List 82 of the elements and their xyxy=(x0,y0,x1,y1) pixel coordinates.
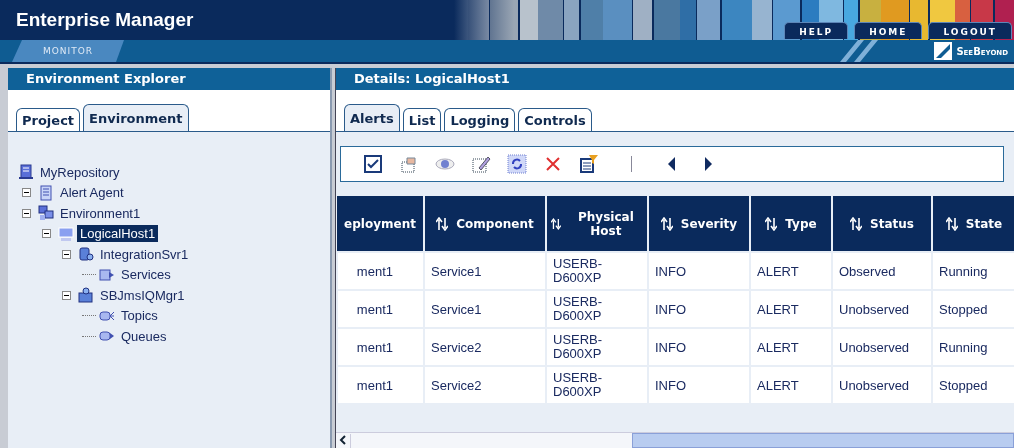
column-header[interactable]: Component xyxy=(424,196,546,252)
table-cell: ALERT xyxy=(750,290,832,328)
header-link[interactable]: LOGOUT xyxy=(928,22,1012,39)
table-cell: Service1 xyxy=(424,290,546,328)
column-header[interactable]: Status xyxy=(832,196,932,252)
tab[interactable]: List xyxy=(402,108,442,131)
tree-item[interactable]: SBJmsIQMgr1 xyxy=(97,286,188,304)
table-cell: INFO xyxy=(648,328,750,366)
refresh-icon[interactable] xyxy=(507,154,527,174)
tree-item[interactable]: LogicalHost1 xyxy=(77,225,159,243)
server-icon xyxy=(78,246,94,263)
tree-item[interactable]: Topics xyxy=(118,307,161,325)
logo-text: SeeBeyond xyxy=(956,45,1008,57)
tree-item[interactable]: Alert Agent xyxy=(57,184,127,202)
tab[interactable]: Alerts xyxy=(344,104,400,131)
tab[interactable]: Environment xyxy=(83,104,189,131)
table-cell: USERB-D600XP xyxy=(546,252,648,290)
header-link[interactable]: HELP xyxy=(784,22,849,39)
sort-icon[interactable] xyxy=(660,216,673,231)
table-cell: Observed xyxy=(832,252,932,290)
table-cell: Service1 xyxy=(424,252,546,290)
table-cell: Service2 xyxy=(424,366,546,404)
filter-icon[interactable] xyxy=(579,154,599,174)
table-cell: ment1 xyxy=(337,366,424,404)
horizontal-scrollbar[interactable] xyxy=(336,432,1014,448)
collapse-icon[interactable] xyxy=(62,249,71,259)
sort-icon[interactable] xyxy=(551,216,561,231)
table-cell: ALERT xyxy=(750,328,832,366)
tab[interactable]: Project xyxy=(16,108,81,131)
tree-item[interactable]: Queues xyxy=(118,327,170,345)
table-cell: Unobserved xyxy=(832,290,932,328)
table-cell: Service2 xyxy=(424,328,546,366)
table-cell: Stopped xyxy=(932,366,1014,404)
column-header[interactable]: Type xyxy=(750,196,832,252)
table-cell: USERB-D600XP xyxy=(546,366,648,404)
table-cell: Running xyxy=(932,252,1014,290)
table-cell: Running xyxy=(932,328,1014,366)
table-cell: Unobserved xyxy=(832,366,932,404)
column-header[interactable]: State xyxy=(932,196,1014,252)
table-cell: ALERT xyxy=(750,252,832,290)
table-cell: USERB-D600XP xyxy=(546,290,648,328)
computers-icon xyxy=(38,205,54,222)
tree-item[interactable]: IntegrationSvr1 xyxy=(97,245,192,263)
document-icon xyxy=(38,184,54,201)
tree-item[interactable]: Services xyxy=(118,266,174,284)
collapse-icon[interactable] xyxy=(22,188,31,198)
table-cell: Unobserved xyxy=(832,328,932,366)
collapse-icon[interactable] xyxy=(62,290,71,300)
table-cell: Stopped xyxy=(932,290,1014,328)
sort-icon[interactable] xyxy=(436,216,449,231)
tab[interactable]: Controls xyxy=(518,108,592,131)
panel-title: Environment Explorer xyxy=(8,68,330,90)
edit-icon[interactable] xyxy=(471,154,491,174)
checkbox-icon[interactable] xyxy=(363,154,383,174)
header-link[interactable]: HOME xyxy=(854,22,923,39)
tree-item[interactable]: MyRepository xyxy=(37,163,123,181)
collapse-icon[interactable] xyxy=(22,208,31,218)
column-header[interactable]: eployment xyxy=(337,196,424,252)
panel-title: Details: LogicalHost1 xyxy=(336,68,1014,90)
hand-icon[interactable] xyxy=(399,154,419,174)
tab[interactable]: Logging xyxy=(444,108,516,131)
table-cell: ment1 xyxy=(337,252,424,290)
scroll-left-icon[interactable] xyxy=(339,434,347,445)
table-cell: USERB-D600XP xyxy=(546,328,648,366)
column-header[interactable]: Severity xyxy=(648,196,750,252)
repository-icon xyxy=(18,164,34,181)
column-header[interactable]: Physical Host xyxy=(546,196,648,252)
manager-icon xyxy=(78,287,94,304)
tree-item[interactable]: Environment1 xyxy=(57,204,144,222)
sort-icon[interactable] xyxy=(945,216,958,231)
sort-icon[interactable] xyxy=(765,216,778,231)
table-cell: ment1 xyxy=(337,328,424,366)
table-cell: ALERT xyxy=(750,366,832,404)
table-cell: INFO xyxy=(648,290,750,328)
collapse-icon[interactable] xyxy=(42,229,51,239)
services-icon xyxy=(99,266,115,283)
sort-icon[interactable] xyxy=(850,216,863,231)
table-cell: ment1 xyxy=(337,290,424,328)
app-title: Enterprise Manager xyxy=(15,9,195,31)
monitor-icon xyxy=(58,225,74,242)
table-cell: INFO xyxy=(648,366,750,404)
table-cell: INFO xyxy=(648,252,750,290)
